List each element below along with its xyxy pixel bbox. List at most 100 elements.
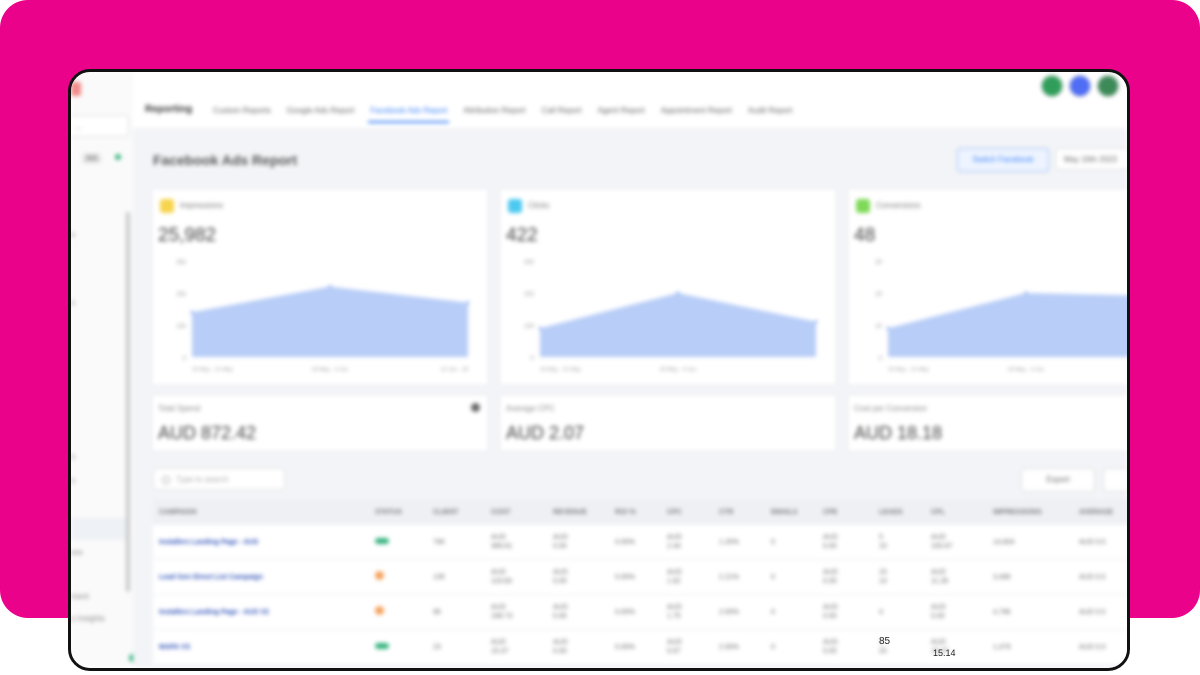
sidebar-item[interactable]: ment	[71, 592, 89, 601]
impressions-cell: 4,796	[993, 608, 1011, 616]
x-tick-label: 29 May - 4 Jun	[312, 367, 348, 373]
kpi-label: Clicks	[528, 201, 550, 210]
kpi-card-conversions: Conversions 48 30 20 10 0 15 May - 21 May 29 …	[847, 188, 1127, 386]
sidebar-item[interactable]: s	[71, 230, 75, 239]
search-input[interactable]: Type to search	[153, 468, 285, 490]
date-range-picker[interactable]: May 16th 2023	[1055, 148, 1127, 170]
area-series	[888, 293, 1127, 357]
column-header[interactable]: LEADS	[873, 509, 925, 516]
stat-label: Average CPC	[506, 404, 555, 413]
overlay-value-left: 85	[879, 636, 891, 647]
clicks-chart: 300 200 100 0 15 May - 21 May 29 May - 4 Jun	[524, 260, 818, 373]
stat-value: AUD 18.18	[854, 423, 943, 443]
column-header[interactable]: EMAILS	[765, 509, 817, 516]
client-cell: 790	[433, 538, 445, 546]
columns-button[interactable]	[1103, 468, 1127, 492]
impressions-chart: 30k 20k 10k 0 15 May - 21 May 29 May - 4 Jun 1…	[176, 260, 470, 373]
column-header[interactable]: COST	[485, 509, 547, 516]
column-header[interactable]: CAMPAIGN	[153, 509, 369, 516]
data-point[interactable]	[886, 326, 890, 330]
info-icon[interactable]	[471, 403, 480, 412]
cost-cell: AUD 389.61	[491, 534, 513, 550]
phone-icon[interactable]	[1041, 75, 1063, 97]
ctr-cell: 2.00%	[719, 643, 739, 651]
tab-appointment-report[interactable]: Appointment Report	[659, 100, 734, 123]
user-avatar[interactable]	[1097, 75, 1119, 97]
column-header[interactable]: CPL	[925, 509, 987, 516]
tab-audit-report[interactable]: Audit Report	[746, 100, 794, 123]
kpi-value: 422	[506, 225, 538, 246]
y-tick-label: 30	[875, 260, 882, 266]
tab-google-ads-report[interactable]: Google Ads Report	[285, 100, 357, 123]
column-header[interactable]: CTR	[713, 509, 765, 516]
column-header[interactable]: AVERAGE	[1073, 509, 1127, 516]
kpi-value: 25,982	[158, 225, 217, 246]
client-cell: 135	[433, 573, 445, 581]
x-tick-label: 29 May - 4 Jun	[660, 367, 696, 373]
emails-cell: 0	[771, 643, 775, 651]
table-row[interactable]: Installers Landing Page - AUS 790 AUD 389.…	[153, 525, 1127, 560]
sidebar-item[interactable]: s	[71, 298, 75, 307]
column-header[interactable]: STATUS	[369, 509, 427, 516]
section-title: Reporting	[145, 104, 193, 115]
column-header[interactable]: CLIENT	[427, 509, 485, 516]
y-tick-label: 10	[875, 324, 882, 330]
export-button[interactable]: Export	[1021, 468, 1095, 492]
data-point[interactable]	[676, 291, 680, 295]
emails-cell: 0	[771, 573, 775, 581]
sidebar-item-active[interactable]	[71, 518, 126, 540]
kpi-card-clicks: Clicks 422 300 200 100 0 15 May - 21 May 29 M…	[499, 188, 837, 386]
top-navigation: Reporting Custom Reports Google Ads Repo…	[133, 72, 1127, 129]
stat-card-cost-per-conversion: Cost per Conversion AUD 18.18	[847, 394, 1127, 452]
roi-cell: 0.00%	[615, 573, 635, 581]
table-row[interactable]: Lead Gen Direct List Campaign 135 AUD 119.…	[153, 560, 1127, 595]
data-point[interactable]	[328, 285, 332, 289]
data-point[interactable]	[190, 310, 194, 314]
column-header[interactable]: ROI %	[609, 509, 661, 516]
cpc-cell: AUD 1.62	[667, 569, 682, 585]
tab-call-report[interactable]: Call Report	[540, 100, 584, 123]
status-active-icon	[375, 642, 389, 649]
sidebar-item[interactable]: s	[71, 452, 75, 461]
table-row[interactable]: MAPA VS 23 AUD 15.47 AUD 0.00 0.00% AUD 0.67 2…	[153, 630, 1127, 665]
campaign-link[interactable]: Lead Gen Direct List Campaign	[153, 573, 369, 582]
search-icon	[162, 476, 170, 484]
campaign-link[interactable]: MAPA VS	[153, 643, 369, 652]
report-tabs: Custom Reports Google Ads Report Faceboo…	[211, 100, 794, 123]
sidebar-item[interactable]: ere	[71, 548, 83, 557]
column-header[interactable]: CPC	[661, 509, 713, 516]
status-cell	[369, 571, 427, 583]
y-tick-label: 100	[524, 324, 535, 330]
status-cell	[369, 606, 427, 618]
column-header[interactable]: CPE	[817, 509, 873, 516]
sidebar-item[interactable]: s Insights	[71, 614, 105, 623]
data-point[interactable]	[814, 320, 818, 324]
switch-account-button[interactable]: Switch Facebook	[957, 148, 1049, 172]
table-row[interactable]: Installers Landing Page - AUS V2 96 AUD 16…	[153, 595, 1127, 630]
campaign-link[interactable]: Installers Landing Page - AUS V2	[153, 608, 369, 617]
help-icon[interactable]	[1069, 75, 1091, 97]
sidebar-scrollbar[interactable]	[126, 212, 130, 592]
cpe-cell: AUD 0.00	[823, 639, 838, 655]
main-content: Facebook Ads Report Switch Facebook May …	[133, 128, 1127, 668]
column-header[interactable]: REVENUE	[547, 509, 609, 516]
sidebar-item[interactable]: s	[71, 476, 75, 485]
cost-cell: AUD 119.83	[491, 569, 512, 585]
tab-attribution-report[interactable]: Attribution Report	[461, 100, 527, 123]
cpl-cell: AUD 11.28	[931, 569, 948, 585]
tab-agent-report[interactable]: Agent Report	[596, 100, 647, 123]
tab-facebook-ads-report[interactable]: Facebook Ads Report	[368, 100, 450, 123]
account-select[interactable]: ...	[71, 115, 129, 137]
ctr-cell: 2.00%	[719, 608, 739, 616]
data-point[interactable]	[466, 301, 470, 305]
data-point[interactable]	[538, 326, 542, 330]
area-series	[540, 293, 816, 357]
conversions-chart: 30 20 10 0 15 May - 21 May 29 May - 4 Jun	[875, 260, 1127, 373]
campaign-link[interactable]: Installers Landing Page - AUS	[153, 538, 369, 547]
cpc-cell: AUD 2.44	[667, 534, 682, 550]
impressions-cell: 1,479	[993, 643, 1011, 651]
tab-custom-reports[interactable]: Custom Reports	[211, 100, 273, 123]
search-placeholder: Type to search	[176, 475, 229, 484]
data-point[interactable]	[1024, 291, 1028, 295]
column-header[interactable]: IMPRESSIONS	[987, 509, 1073, 516]
